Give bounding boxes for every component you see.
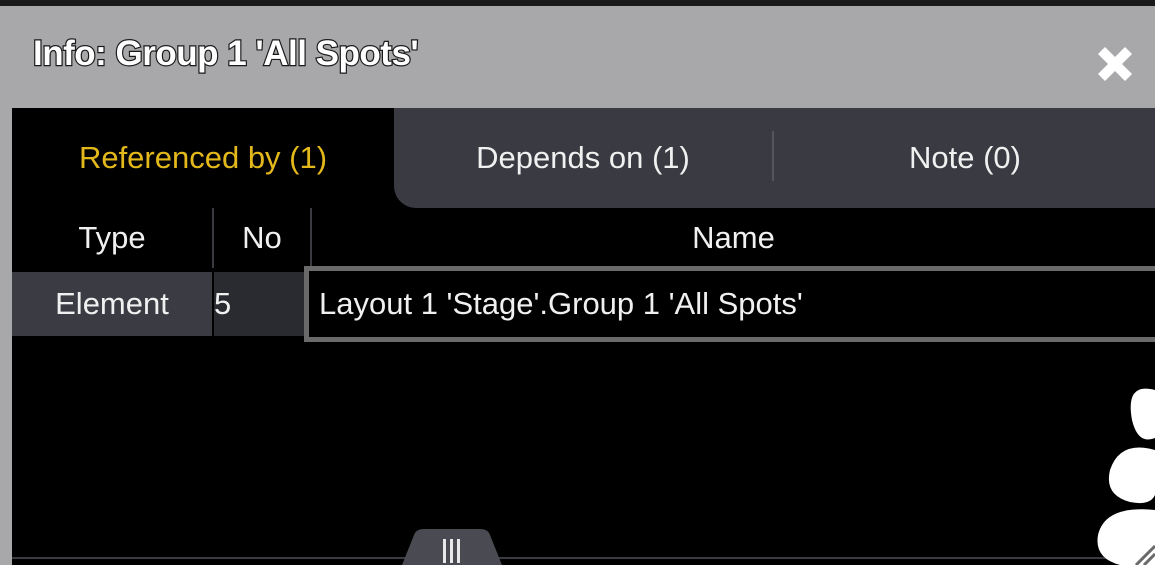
resize-grip-icon (1134, 544, 1155, 565)
window-title: Info: Group 1 'All Spots' (32, 33, 420, 74)
cell-type[interactable]: Element (12, 272, 212, 336)
tab-divider (772, 131, 774, 181)
column-header-no[interactable]: No (212, 208, 312, 268)
bottom-border (12, 557, 1155, 559)
resize-grip[interactable] (1128, 538, 1155, 565)
cell-no[interactable]: 5 (212, 272, 304, 336)
title-bar[interactable]: Info: Group 1 'All Spots' (0, 6, 1155, 109)
cell-name-selected[interactable]: Layout 1 'Stage'.Group 1 'All Spots' (304, 266, 1155, 342)
tab-depends-on[interactable]: Depends on (1) (394, 108, 772, 208)
scroll-handle[interactable] (402, 527, 502, 565)
grip-lines-icon (402, 529, 502, 565)
tab-note[interactable]: Note (0) (775, 108, 1155, 208)
tab-referenced-by[interactable]: Referenced by (1) (12, 108, 394, 208)
info-window: Info: Group 1 'All Spots' Referenced by … (0, 0, 1155, 565)
close-button[interactable] (1090, 39, 1140, 89)
column-header-name[interactable]: Name (312, 208, 1155, 268)
column-header-type[interactable]: Type (12, 208, 212, 268)
close-icon (1098, 47, 1132, 81)
